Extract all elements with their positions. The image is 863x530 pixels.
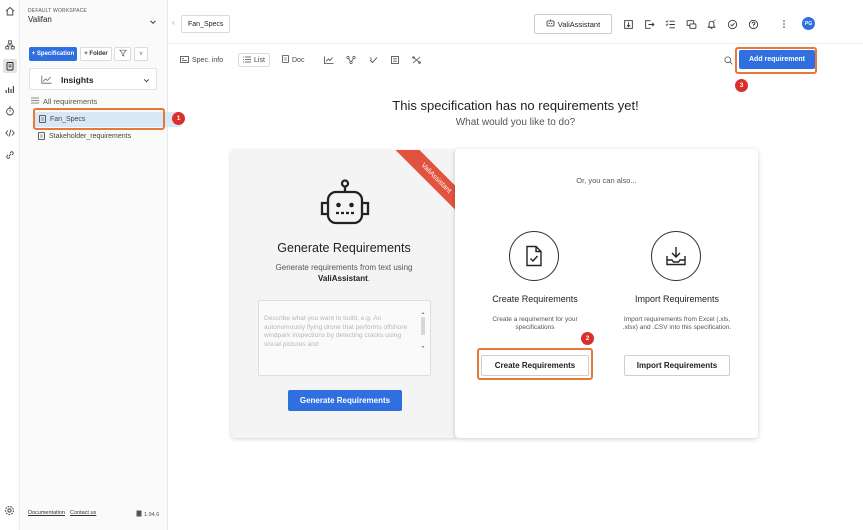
info-card-icon	[180, 55, 189, 65]
insights-dropdown[interactable]: Insights	[29, 68, 157, 90]
version-label: 1.94.6	[136, 510, 159, 519]
workspace-name: Valifan	[28, 15, 52, 24]
timer-icon[interactable]	[3, 104, 17, 118]
clock-check-icon[interactable]	[726, 18, 738, 30]
describe-textarea[interactable]: Describe what you want to build, e.g. An…	[258, 300, 431, 376]
sidebar-more-button[interactable]: v	[134, 47, 148, 61]
tools-view-icon[interactable]	[412, 53, 421, 67]
help-icon[interactable]	[747, 18, 759, 30]
collapse-sidebar-icon[interactable]: ‹	[172, 18, 175, 27]
doc-icon	[136, 510, 142, 519]
import-requirements-button[interactable]: Import Requirements	[624, 355, 730, 376]
doc-view-label: Doc	[292, 56, 305, 64]
code-icon[interactable]	[3, 126, 17, 140]
import-tray-icon	[651, 231, 701, 281]
validation-view-icon[interactable]	[369, 53, 378, 67]
import-title: Import Requirements	[634, 294, 720, 304]
step-badge-3: 3	[735, 79, 748, 92]
list-view-button[interactable]: List	[238, 53, 270, 67]
more-vertical-icon[interactable]	[778, 18, 790, 30]
highlight-box-2	[477, 348, 593, 380]
generate-requirements-card: ValiAssistant Generate Requirements Gene…	[231, 150, 457, 438]
icon-rail	[0, 0, 20, 530]
valiassistant-label: ValiAssistant	[557, 19, 601, 29]
spec-icon[interactable]	[3, 59, 17, 73]
import-description: Import requirements from Excel (.xls, .x…	[622, 316, 732, 331]
list-view-label: List	[254, 56, 265, 64]
create-description: Create a requirement for your specificat…	[492, 316, 578, 331]
generate-requirements-button[interactable]: Generate Requirements	[288, 390, 402, 411]
spec-info-button[interactable]: Spec. info	[180, 53, 223, 67]
search-icon[interactable]	[724, 53, 733, 67]
textarea-placeholder: Describe what you want to build, e.g. An…	[264, 315, 408, 348]
sidebar-item-label: Stakeholder_requirements	[49, 133, 132, 140]
list-icon	[31, 97, 39, 106]
chart-view-icon[interactable]	[324, 53, 334, 67]
doc-icon	[282, 55, 289, 65]
chevron-down-icon[interactable]	[148, 17, 158, 27]
page-title: This specification has no requirements y…	[392, 98, 639, 113]
sidebar: DEFAULT WORKSPACE Valifan + Specificatio…	[20, 0, 181, 530]
page-subtitle: What would you like to do?	[455, 117, 576, 128]
create-title: Create Requirements	[492, 294, 578, 304]
create-file-icon	[509, 231, 559, 281]
robot-icon	[546, 19, 555, 29]
add-folder-button[interactable]: + Folder	[80, 47, 112, 61]
options-intro: Or, you can also...	[576, 176, 637, 185]
generate-description-end: .	[367, 274, 371, 283]
workspace-label: DEFAULT WORKSPACE	[28, 8, 87, 14]
add-specification-button[interactable]: + Specification	[29, 47, 77, 61]
all-requirements-label: All requirements	[43, 97, 98, 106]
generate-description-bold: ValiAssistant	[317, 274, 368, 283]
insights-label: Insights	[61, 75, 94, 85]
contact-link[interactable]: Contact us	[70, 510, 96, 516]
settings-icon[interactable]	[4, 505, 15, 518]
filter-button[interactable]	[114, 47, 131, 61]
insights-icon[interactable]	[3, 82, 17, 96]
hierarchy-view-icon[interactable]	[346, 53, 356, 67]
notification-icon[interactable]	[705, 18, 717, 30]
link-icon[interactable]	[3, 148, 17, 162]
highlight-box-3	[735, 47, 817, 74]
import-icon[interactable]	[622, 18, 634, 30]
filter-icon	[118, 49, 127, 59]
generate-title: Generate Requirements	[277, 241, 411, 255]
valiassistant-ribbon: ValiAssistant	[387, 150, 457, 227]
top-bar: ‹ Fan_Specs ValiAssistant PG	[168, 0, 863, 44]
home-icon[interactable]	[3, 4, 17, 18]
robot-icon	[317, 179, 373, 229]
table-view-icon[interactable]	[391, 53, 399, 67]
textarea-scrollbar[interactable]	[420, 311, 426, 349]
chevron-down-icon	[142, 76, 151, 87]
list-icon	[243, 56, 251, 65]
review-icon[interactable]	[685, 18, 697, 30]
workspace-switcher[interactable]: DEFAULT WORKSPACE Valifan	[28, 8, 87, 24]
tab-fan-specs[interactable]: Fan_Specs	[181, 15, 231, 33]
chart-line-icon	[41, 75, 52, 86]
version-number: 1.94.6	[144, 511, 160, 518]
highlight-box-1	[33, 108, 165, 130]
sidebar-item-stakeholder-requirements[interactable]: Stakeholder_requirements	[38, 130, 131, 143]
step-badge-2: 2	[581, 332, 594, 345]
spec-doc-icon	[38, 131, 45, 142]
valiassistant-button[interactable]: ValiAssistant	[534, 14, 612, 34]
export-icon[interactable]	[643, 18, 655, 30]
doc-view-button[interactable]: Doc	[282, 53, 304, 67]
documentation-link[interactable]: Documentation	[28, 510, 65, 516]
org-icon[interactable]	[3, 38, 17, 52]
all-requirements-link[interactable]: All requirements	[31, 97, 97, 106]
options-card: Or, you can also... Create Requirements …	[455, 149, 758, 438]
spec-info-label: Spec. info	[192, 56, 224, 64]
avatar[interactable]: PG	[802, 17, 815, 30]
generate-description-text: Generate requirements from text using	[275, 263, 413, 272]
generate-description: Generate requirements from text using Va…	[261, 262, 427, 284]
list-check-icon[interactable]	[664, 18, 676, 30]
